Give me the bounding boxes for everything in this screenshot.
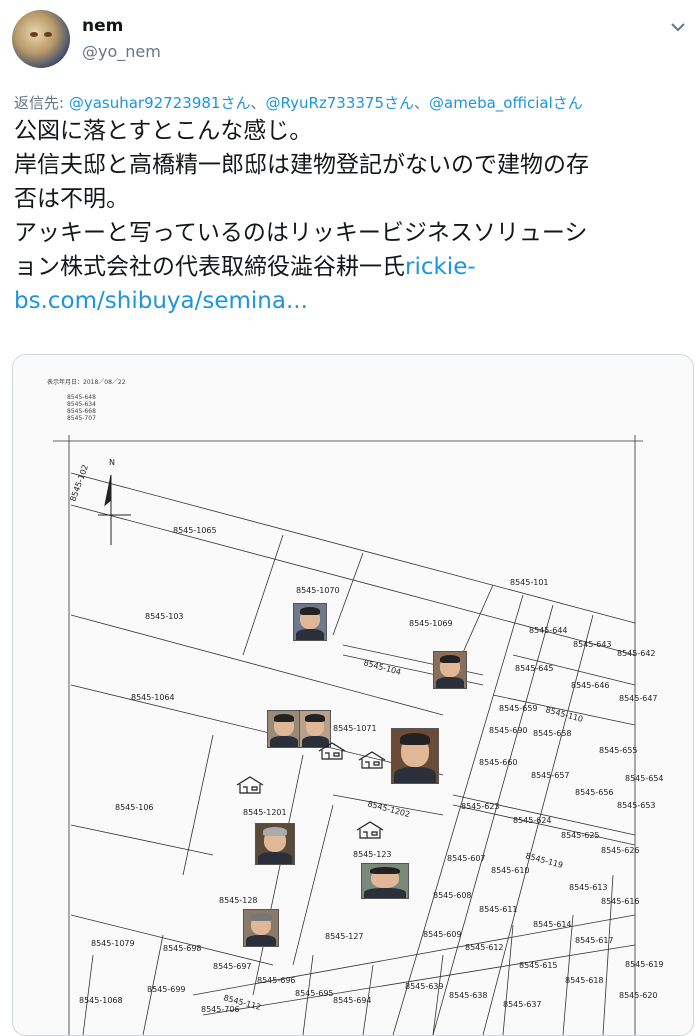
person-photo: [433, 651, 467, 689]
parcel-label: 8545-697: [213, 962, 252, 971]
parcel-label: 8545-612: [465, 943, 504, 952]
parcel-label: 8545-658: [533, 729, 572, 738]
tweet-link[interactable]: rickie-: [405, 254, 476, 280]
tweet-link[interactable]: bs.com/shibuya/semina...: [14, 284, 686, 318]
reply-prefix: 返信先:: [14, 94, 65, 112]
parcel-label: 8545-644: [529, 626, 568, 635]
parcel-label: 8545-647: [619, 694, 658, 703]
parcel-label: 8545-123: [353, 850, 392, 859]
parcel-label: 8545-607: [447, 854, 486, 863]
mention-link[interactable]: @RyuRz733375さん: [265, 94, 414, 112]
reply-separator: 、: [250, 94, 266, 112]
parcel-label: 8545-608: [433, 891, 472, 900]
parcel-label: 8545-657: [531, 771, 570, 780]
parcel-label: 8545-624: [513, 816, 552, 825]
parcel-label: 8545-659: [499, 704, 538, 713]
chevron-down-icon[interactable]: [669, 18, 687, 36]
parcel-label: 8545-616: [601, 897, 640, 906]
parcel-label: 8545-106: [115, 803, 154, 812]
house-icon: [236, 776, 264, 794]
parcel-label: 8545-637: [503, 1000, 542, 1009]
parcel-label: 8545-614: [533, 920, 572, 929]
parcel-label: 8545-694: [333, 996, 372, 1005]
cadastral-map: 表示年月日：2018／08／22 8545-648 8545-634 8545-…: [13, 355, 693, 1035]
parcel-label: 8545-638: [449, 991, 488, 1000]
parcel-label: 8545-626: [601, 846, 640, 855]
parcel-label: 8545-643: [573, 640, 612, 649]
parcel-label: 8545-698: [163, 944, 202, 953]
parcel-label: 8545-1064: [131, 693, 175, 702]
parcel-label: 8545-660: [479, 758, 518, 767]
parcel-label: 8545-655: [599, 746, 638, 755]
parcel-label: 8545-642: [617, 649, 656, 658]
parcel-label: 8545-656: [575, 788, 614, 797]
parcel-label: 8545-619: [625, 960, 664, 969]
tweet-line: ョン株式会社の代表取締役澁谷耕一氏rickie-: [14, 250, 686, 284]
person-photo: [391, 728, 439, 784]
parcel-label: 8545-690: [489, 726, 528, 735]
parcel-label: 8545-1201: [243, 808, 287, 817]
parcel-label: 8545-1079: [91, 939, 135, 948]
tweet-line-text: ョン株式会社の代表取締役澁谷耕一氏: [14, 254, 405, 280]
parcel-label: 8545-1070: [296, 586, 340, 595]
person-photo: [243, 909, 279, 947]
house-icon: [356, 821, 384, 839]
north-label: N: [109, 458, 115, 467]
parcel-label: 8545-695: [295, 989, 334, 998]
reply-separator: 、: [414, 94, 430, 112]
mention-link[interactable]: @ameba_officialさん: [429, 94, 583, 112]
tweet-line: 岸信夫邸と高橋精一郎邸は建物登記がないので建物の存: [14, 152, 589, 178]
parcel-label: 8545-654: [625, 774, 664, 783]
parcel-label: 8545-611: [479, 905, 518, 914]
map-header-date: 表示年月日：2018／08／22: [47, 378, 126, 386]
map-header-code: 8545-648: [67, 394, 96, 401]
house-icon: [318, 742, 346, 760]
parcel-label: 8545-1069: [409, 619, 453, 628]
tweet-text: 公図に落とすとこんな感じ。 岸信夫邸と高橋精一郎邸は建物登記がないので建物の存 …: [14, 114, 686, 318]
display-name[interactable]: nem: [82, 16, 123, 36]
house-icon: [358, 751, 386, 769]
tweet-line: 否は不明。: [14, 186, 129, 212]
parcel-label: 8545-609: [423, 930, 462, 939]
parcel-label: 8545-103: [145, 612, 184, 621]
person-photo: [267, 710, 301, 748]
user-handle[interactable]: @yo_nem: [82, 42, 161, 61]
parcel-label: 8545-127: [325, 932, 364, 941]
user-avatar[interactable]: [12, 10, 70, 68]
parcel-label: 8545-620: [619, 991, 658, 1000]
parcel-label: 8545-706: [201, 1005, 240, 1014]
tweet-line: アッキーと写っているのはリッキービジネスソリューシ: [14, 220, 588, 246]
parcel-label: 8545-699: [147, 985, 186, 994]
parcel-label: 8545-639: [405, 982, 444, 991]
parcel-label: 8545-1071: [333, 724, 377, 733]
parcel-label: 8545-101: [510, 578, 549, 587]
parcel-label: 8545-1068: [79, 996, 123, 1005]
parcel-label: 8545-646: [571, 681, 610, 690]
reply-to-line: 返信先: @yasuhar92723981さん、@RyuRz733375さん、@…: [14, 92, 583, 113]
parcel-label: 8545-696: [257, 976, 296, 985]
person-photo: [361, 863, 409, 899]
map-header-code: 8545-668: [67, 408, 96, 415]
person-photo: [255, 823, 295, 865]
parcel-label: 8545-613: [569, 883, 608, 892]
parcel-label: 8545-615: [519, 961, 558, 970]
tweet-line: 公図に落とすとこんな感じ。: [14, 118, 313, 144]
parcel-label: 8545-1065: [173, 526, 217, 535]
map-header-code: 8545-634: [67, 401, 96, 408]
parcel-label: 8545-618: [565, 976, 604, 985]
parcel-label: 8545-617: [575, 936, 614, 945]
map-image-card[interactable]: 表示年月日：2018／08／22 8545-648 8545-634 8545-…: [12, 354, 694, 1036]
parcel-label: 8545-610: [491, 866, 530, 875]
parcel-label: 8545-653: [617, 801, 656, 810]
parcel-label: 8545-625: [561, 831, 600, 840]
parcel-label: 8545-623: [461, 802, 500, 811]
parcel-label: 8545-128: [219, 896, 258, 905]
mention-link[interactable]: @yasuhar92723981さん: [69, 94, 251, 112]
map-header-code: 8545-707: [67, 415, 96, 422]
person-photo: [293, 603, 327, 641]
parcel-label: 8545-645: [515, 664, 554, 673]
